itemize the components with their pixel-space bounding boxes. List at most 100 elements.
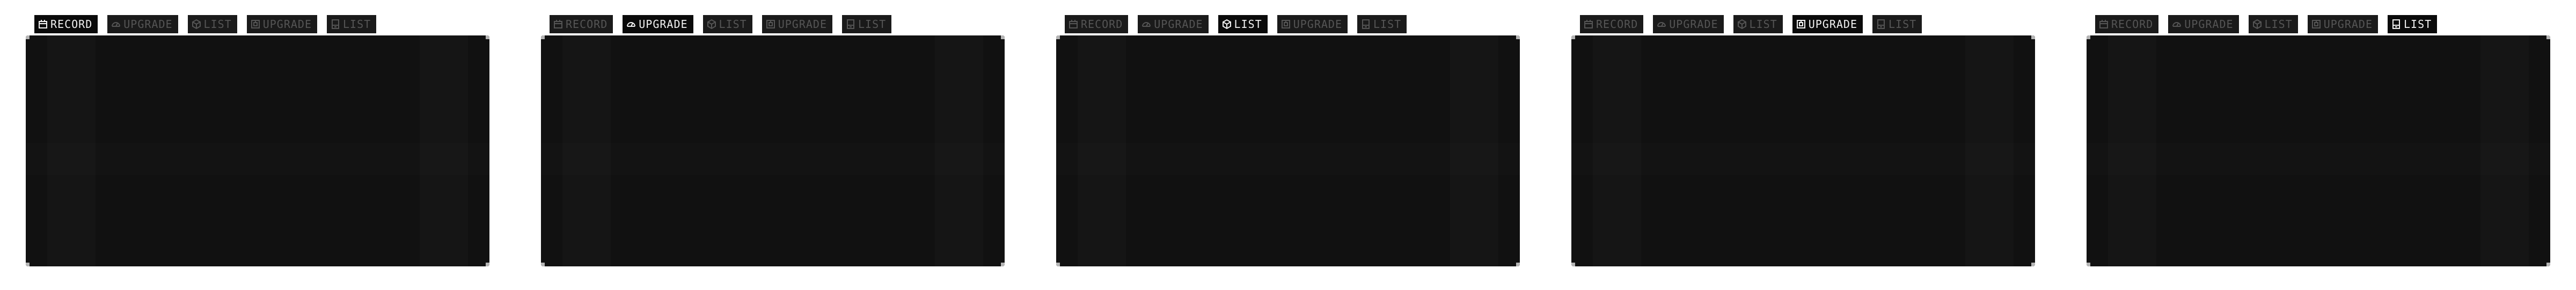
tab-upgrade[interactable]: UPGRADE xyxy=(2168,15,2239,33)
tab-label: UPGRADE xyxy=(1669,18,1718,31)
tab-label: UPGRADE xyxy=(778,18,828,31)
tab-label: UPGRADE xyxy=(2184,18,2234,31)
tab-label: LIST xyxy=(719,18,747,31)
tab-record[interactable]: RECORD xyxy=(2095,15,2159,33)
tab-label: RECORD xyxy=(566,18,608,31)
tab-label: LIST xyxy=(1749,18,1777,31)
gauge-icon xyxy=(626,18,636,30)
tab-upgrade[interactable]: UPGRADE xyxy=(107,15,178,33)
chip-icon xyxy=(1796,18,1806,30)
tab-list-secondary[interactable]: LIST xyxy=(842,15,892,33)
tab-upgrade-secondary[interactable]: UPGRADE xyxy=(1792,15,1863,33)
tab-upgrade-secondary[interactable]: UPGRADE xyxy=(2307,15,2379,33)
tab-bar: RECORD UPGRADE LIST UPGRADE LIST xyxy=(1065,15,1407,33)
tab-label: LIST xyxy=(343,18,371,31)
content-panel xyxy=(1056,35,1520,266)
tab-state-sequence: RECORD UPGRADE LIST UPGRADE LIST RECORD … xyxy=(0,0,2576,290)
panel-corner-marker xyxy=(26,35,30,39)
panel-corner-marker xyxy=(1516,35,1520,39)
device-icon xyxy=(845,18,856,30)
tab-label: LIST xyxy=(1373,18,1402,31)
tab-list[interactable]: LIST xyxy=(1218,15,1268,33)
package-icon xyxy=(1737,18,1747,30)
tab-label: UPGRADE xyxy=(123,18,173,31)
tab-bar: RECORD UPGRADE LIST UPGRADE LIST xyxy=(1580,15,1922,33)
tab-label: RECORD xyxy=(2111,18,2154,31)
tab-label: UPGRADE xyxy=(639,18,688,31)
tab-list[interactable]: LIST xyxy=(1733,15,1783,33)
content-panel xyxy=(26,35,489,266)
tab-label: LIST xyxy=(1889,18,1917,31)
tab-upgrade[interactable]: UPGRADE xyxy=(623,15,693,33)
tab-label: UPGRADE xyxy=(1293,18,1343,31)
package-icon xyxy=(191,18,202,30)
tab-list[interactable]: LIST xyxy=(702,15,752,33)
device-icon xyxy=(1360,18,1371,30)
chip-icon xyxy=(1280,18,1291,30)
tab-label: LIST xyxy=(2404,18,2432,31)
panel-corner-marker xyxy=(2546,263,2550,266)
tab-list-secondary[interactable]: LIST xyxy=(1357,15,1407,33)
tab-record[interactable]: RECORD xyxy=(1065,15,1129,33)
panel-corner-marker xyxy=(541,35,545,39)
calendar-icon xyxy=(38,18,48,30)
panel-shade xyxy=(2087,143,2550,175)
panel-corner-marker xyxy=(2087,35,2090,39)
panel-corner-marker xyxy=(1056,263,1060,266)
content-panel xyxy=(541,35,1005,266)
tab-list[interactable]: LIST xyxy=(187,15,237,33)
screen-record-active: RECORD UPGRADE LIST UPGRADE LIST xyxy=(0,0,515,290)
tab-upgrade[interactable]: UPGRADE xyxy=(1653,15,1724,33)
tab-label: LIST xyxy=(858,18,887,31)
panel-shade xyxy=(1571,143,2035,175)
tab-bar: RECORD UPGRADE LIST UPGRADE LIST xyxy=(34,15,377,33)
tab-list[interactable]: LIST xyxy=(2248,15,2298,33)
panel-corner-marker xyxy=(541,263,545,266)
tab-list-secondary[interactable]: LIST xyxy=(1872,15,1922,33)
tab-list-secondary[interactable]: LIST xyxy=(2388,15,2438,33)
tab-label: UPGRADE xyxy=(1154,18,1203,31)
calendar-icon xyxy=(2098,18,2109,30)
chip-icon xyxy=(250,18,261,30)
gauge-icon xyxy=(2171,18,2182,30)
content-panel xyxy=(1571,35,2035,266)
screen-upgrade-active: RECORD UPGRADE LIST UPGRADE LIST xyxy=(515,0,1030,290)
tab-bar: RECORD UPGRADE LIST UPGRADE LIST xyxy=(2095,15,2438,33)
panel-corner-marker xyxy=(486,263,489,266)
chip-icon xyxy=(2311,18,2322,30)
screen-list-active: RECORD UPGRADE LIST UPGRADE LIST xyxy=(1030,0,1546,290)
tab-record[interactable]: RECORD xyxy=(1580,15,1644,33)
panel-corner-marker xyxy=(2031,263,2035,266)
panel-corner-marker xyxy=(486,35,489,39)
tab-upgrade-secondary[interactable]: UPGRADE xyxy=(1277,15,1348,33)
tab-upgrade-secondary[interactable]: UPGRADE xyxy=(762,15,833,33)
panel-corner-marker xyxy=(1571,263,1575,266)
calendar-icon xyxy=(1583,18,1594,30)
panel-corner-marker xyxy=(2087,263,2090,266)
tab-label: UPGRADE xyxy=(262,18,312,31)
screen-list-secondary-active: RECORD UPGRADE LIST UPGRADE LIST xyxy=(2061,0,2576,290)
tab-label: UPGRADE xyxy=(2323,18,2373,31)
panel-corner-marker xyxy=(1571,35,1575,39)
panel-corner-marker xyxy=(2546,35,2550,39)
package-icon xyxy=(1221,18,1232,30)
tab-upgrade[interactable]: UPGRADE xyxy=(1138,15,1209,33)
gauge-icon xyxy=(1656,18,1667,30)
tab-label: RECORD xyxy=(1596,18,1638,31)
tab-label: LIST xyxy=(203,18,232,31)
chip-icon xyxy=(765,18,776,30)
content-panel xyxy=(2087,35,2550,266)
tab-upgrade-secondary[interactable]: UPGRADE xyxy=(246,15,318,33)
panel-corner-marker xyxy=(1056,35,1060,39)
gauge-icon xyxy=(1141,18,1152,30)
panel-corner-marker xyxy=(1001,35,1005,39)
tab-record[interactable]: RECORD xyxy=(34,15,98,33)
tab-label: UPGRADE xyxy=(1808,18,1858,31)
panel-shade xyxy=(541,143,1005,175)
tab-record[interactable]: RECORD xyxy=(550,15,613,33)
tab-bar: RECORD UPGRADE LIST UPGRADE LIST xyxy=(550,15,892,33)
tab-label: LIST xyxy=(1234,18,1262,31)
panel-corner-marker xyxy=(26,263,30,266)
tab-list-secondary[interactable]: LIST xyxy=(327,15,377,33)
tab-label: LIST xyxy=(2264,18,2293,31)
